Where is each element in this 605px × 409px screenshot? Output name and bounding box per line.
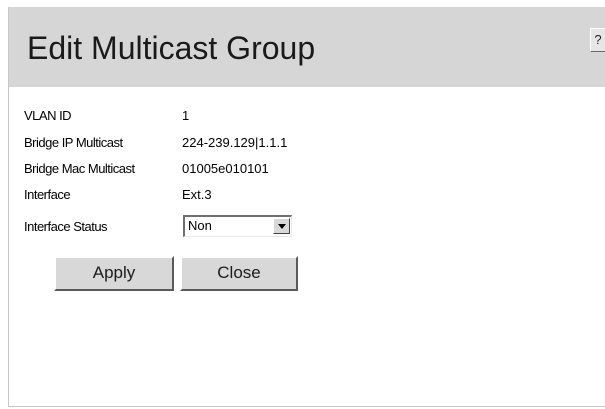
- interface-status-selected-value: Non: [188, 218, 212, 233]
- apply-button[interactable]: Apply: [54, 256, 174, 291]
- vlan-id-label: VLAN ID: [24, 108, 72, 123]
- help-button[interactable]: ?: [590, 28, 605, 52]
- dialog-frame: Edit Multicast Group ?: [8, 7, 605, 407]
- bridge-ip-multicast-label: Bridge IP Multicast: [24, 135, 123, 150]
- interface-value: Ext.3: [182, 187, 212, 202]
- bridge-ip-multicast-value: 224-239.129|1.1.1: [182, 135, 288, 150]
- page-title: Edit Multicast Group: [27, 30, 316, 66]
- bridge-mac-multicast-label: Bridge Mac Multicast: [24, 161, 135, 176]
- bridge-mac-multicast-value: 01005e010101: [182, 161, 269, 176]
- header-bar: Edit Multicast Group ?: [9, 7, 605, 87]
- close-button[interactable]: Close: [180, 256, 298, 291]
- interface-status-label: Interface Status: [24, 219, 108, 234]
- interface-status-select[interactable]: Non: [183, 215, 292, 237]
- chevron-down-icon[interactable]: [273, 218, 290, 234]
- vlan-id-value: 1: [182, 108, 190, 123]
- interface-label: Interface: [24, 187, 71, 202]
